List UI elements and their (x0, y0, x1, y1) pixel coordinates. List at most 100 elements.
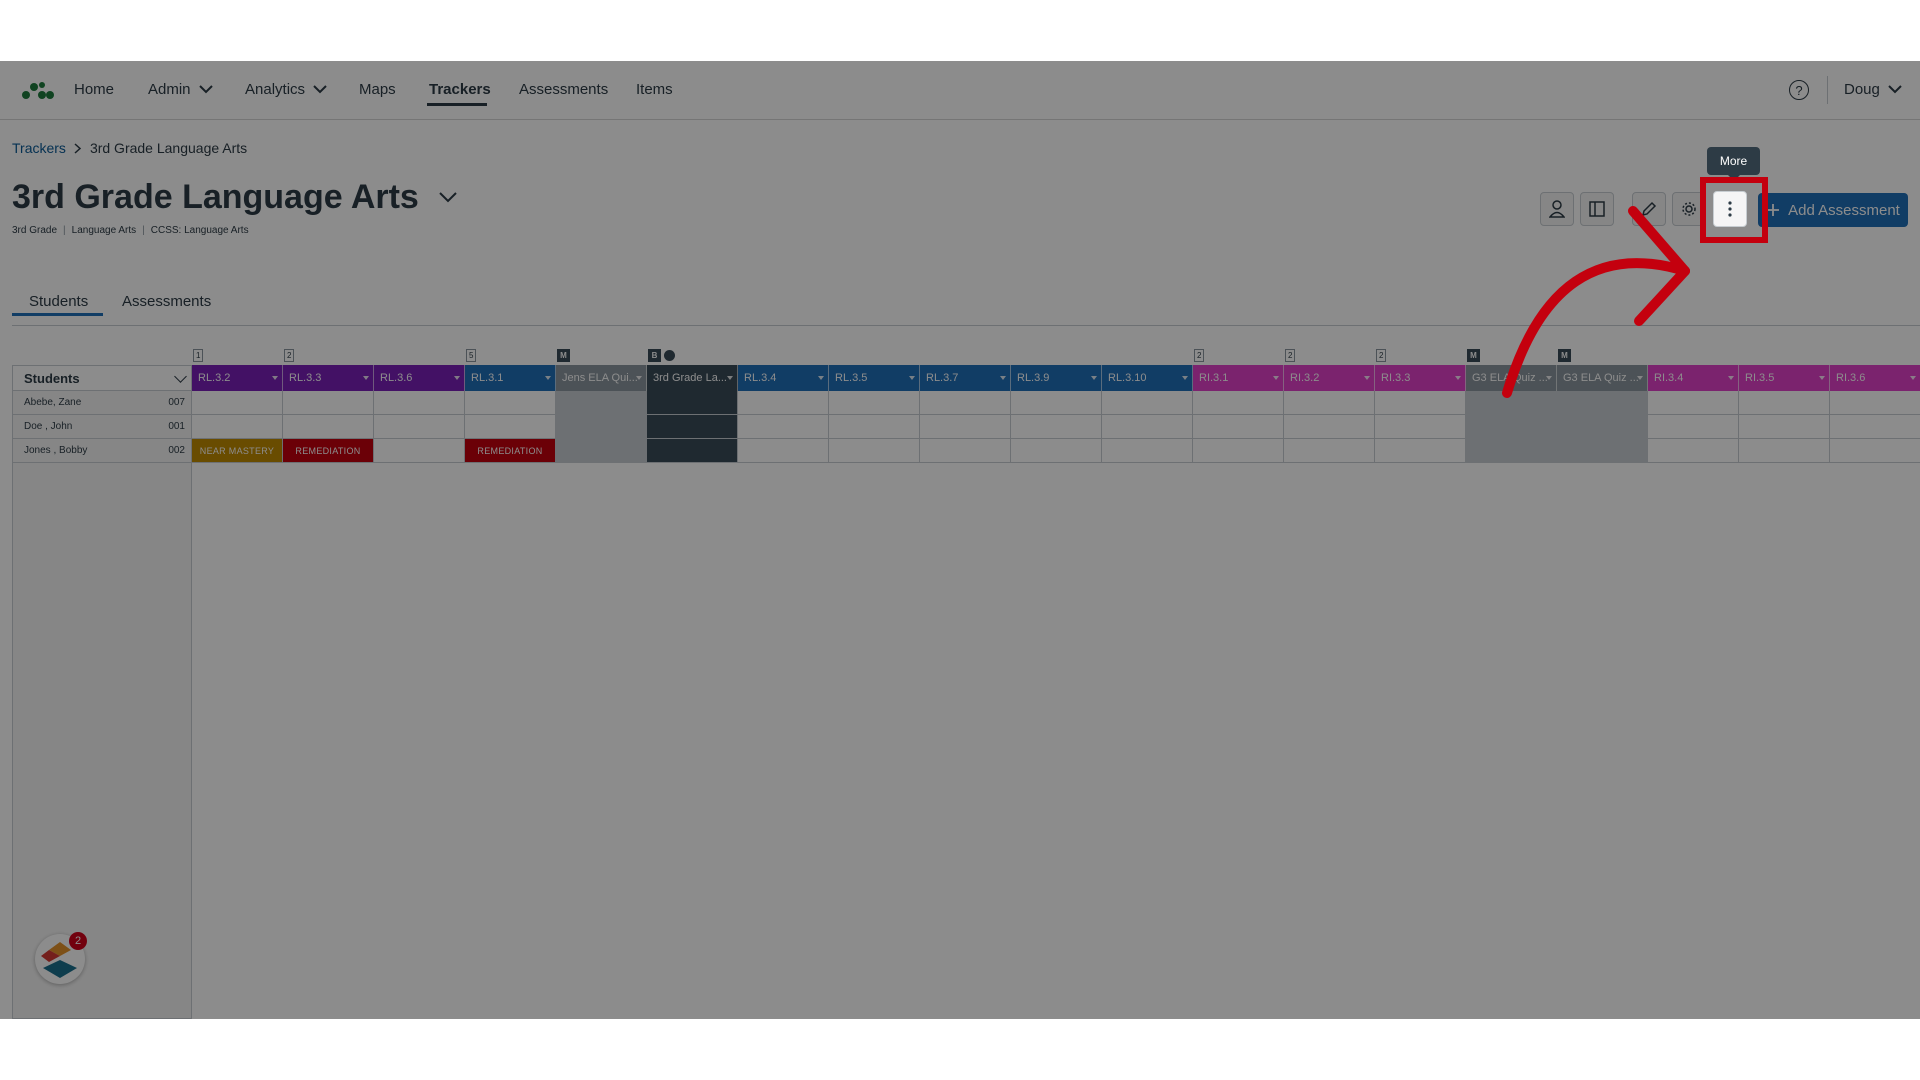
caret-down-icon[interactable] (636, 376, 642, 380)
column-header[interactable]: RI.3.6 (1830, 365, 1920, 391)
grid-cell[interactable] (1739, 391, 1830, 415)
grid-cell[interactable] (829, 415, 920, 439)
column-header[interactable]: RL.3.2 (192, 365, 283, 391)
column-header[interactable]: RL.3.4 (738, 365, 829, 391)
grid-cell[interactable] (829, 439, 920, 463)
column-header[interactable]: RL.3.3 (283, 365, 374, 391)
grid-cell[interactable] (920, 391, 1011, 415)
nav-analytics[interactable]: Analytics (245, 81, 327, 98)
grid-cell[interactable] (1284, 415, 1375, 439)
column-header[interactable]: RL.3.10 (1102, 365, 1193, 391)
column-header[interactable]: RL.3.6 (374, 365, 465, 391)
nav-items[interactable]: Items (636, 81, 673, 98)
page-title[interactable]: 3rd Grade Language Arts (12, 178, 457, 217)
grid-cell[interactable] (1375, 415, 1466, 439)
grid-cell[interactable] (1102, 415, 1193, 439)
column-header[interactable]: Jens ELA Qui... (556, 365, 647, 391)
grid-cell[interactable] (647, 391, 738, 415)
column-header[interactable]: RI.3.3 (1375, 365, 1466, 391)
students-column-header[interactable]: Students (12, 365, 192, 391)
breadcrumb-trackers-link[interactable]: Trackers (12, 140, 66, 156)
grid-cell[interactable] (1193, 439, 1284, 463)
nav-maps[interactable]: Maps (359, 81, 396, 98)
nav-home[interactable]: Home (74, 81, 114, 98)
grid-cell[interactable] (374, 391, 465, 415)
grid-cell[interactable] (920, 439, 1011, 463)
grid-cell[interactable] (283, 391, 374, 415)
caret-down-icon[interactable] (363, 376, 369, 380)
caret-down-icon[interactable] (545, 376, 551, 380)
grid-cell[interactable] (1466, 415, 1557, 439)
grid-cell[interactable] (647, 439, 738, 463)
caret-down-icon[interactable] (1728, 376, 1734, 380)
grid-cell[interactable] (1557, 439, 1648, 463)
caret-down-icon[interactable] (1364, 376, 1370, 380)
grid-cell[interactable] (374, 415, 465, 439)
add-assessment-button[interactable]: Add Assessment (1758, 193, 1908, 227)
nav-trackers[interactable]: Trackers (429, 81, 491, 98)
grid-cell[interactable] (738, 415, 829, 439)
caret-down-icon[interactable] (1273, 376, 1279, 380)
grid-cell[interactable] (647, 415, 738, 439)
grid-cell[interactable] (1739, 439, 1830, 463)
grid-cell[interactable] (738, 439, 829, 463)
column-header[interactable]: RI.3.2 (1284, 365, 1375, 391)
grid-cell[interactable] (283, 415, 374, 439)
grid-cell[interactable] (1011, 415, 1102, 439)
caret-down-icon[interactable] (1819, 376, 1825, 380)
grid-cell[interactable] (1102, 391, 1193, 415)
column-header[interactable]: RL.3.1 (465, 365, 556, 391)
column-header[interactable]: 3rd Grade La... (647, 365, 738, 391)
column-header[interactable]: RI.3.5 (1739, 365, 1830, 391)
grid-cell[interactable] (1830, 391, 1920, 415)
grid-cell[interactable] (556, 415, 647, 439)
caret-down-icon[interactable] (909, 376, 915, 380)
column-header[interactable]: RI.3.1 (1193, 365, 1284, 391)
nav-admin[interactable]: Admin (148, 81, 213, 98)
grid-cell[interactable] (556, 391, 647, 415)
grid-cell[interactable] (374, 439, 465, 463)
caret-down-icon[interactable] (1000, 376, 1006, 380)
column-header[interactable]: RL.3.5 (829, 365, 920, 391)
caret-down-icon[interactable] (1182, 376, 1188, 380)
grid-cell[interactable] (1648, 439, 1739, 463)
mastery-cell[interactable]: NEAR MASTERY (192, 439, 283, 463)
chevron-down-icon[interactable] (439, 192, 457, 203)
grid-cell[interactable] (1739, 415, 1830, 439)
grid-cell[interactable] (192, 391, 283, 415)
grid-cell[interactable] (1284, 439, 1375, 463)
user-menu[interactable]: Doug (1844, 81, 1902, 98)
grid-cell[interactable] (1011, 439, 1102, 463)
tab-students[interactable]: Students (29, 293, 88, 310)
caret-down-icon[interactable] (1455, 376, 1461, 380)
column-header[interactable]: RL.3.9 (1011, 365, 1102, 391)
grid-cell[interactable] (738, 391, 829, 415)
grid-cell[interactable] (1193, 415, 1284, 439)
caret-down-icon[interactable] (1910, 376, 1916, 380)
caret-down-icon[interactable] (272, 376, 278, 380)
grid-cell[interactable] (1284, 391, 1375, 415)
help-icon[interactable]: ? (1789, 80, 1809, 100)
student-row[interactable]: Abebe, Zane 007 (12, 391, 192, 415)
mastery-cell[interactable]: REMEDIATION (465, 439, 556, 463)
grid-cell[interactable] (465, 391, 556, 415)
grid-cell[interactable] (1648, 415, 1739, 439)
caret-down-icon[interactable] (818, 376, 824, 380)
mastery-cell[interactable]: REMEDIATION (283, 439, 374, 463)
caret-down-icon[interactable] (1091, 376, 1097, 380)
caret-down-icon[interactable] (727, 376, 733, 380)
grid-cell[interactable] (1375, 391, 1466, 415)
grid-cell[interactable] (1011, 391, 1102, 415)
student-row[interactable]: Doe , John 001 (12, 415, 192, 439)
grid-cell[interactable] (1375, 439, 1466, 463)
grid-cell[interactable] (1830, 415, 1920, 439)
tab-assessments[interactable]: Assessments (122, 293, 211, 310)
caret-down-icon[interactable] (454, 376, 460, 380)
grid-cell[interactable] (829, 391, 920, 415)
column-header[interactable]: RL.3.7 (920, 365, 1011, 391)
chevron-down-icon[interactable] (174, 370, 187, 383)
grid-cell[interactable] (1193, 391, 1284, 415)
grid-cell[interactable] (465, 415, 556, 439)
grid-cell[interactable] (1102, 439, 1193, 463)
grid-cell[interactable] (1830, 439, 1920, 463)
